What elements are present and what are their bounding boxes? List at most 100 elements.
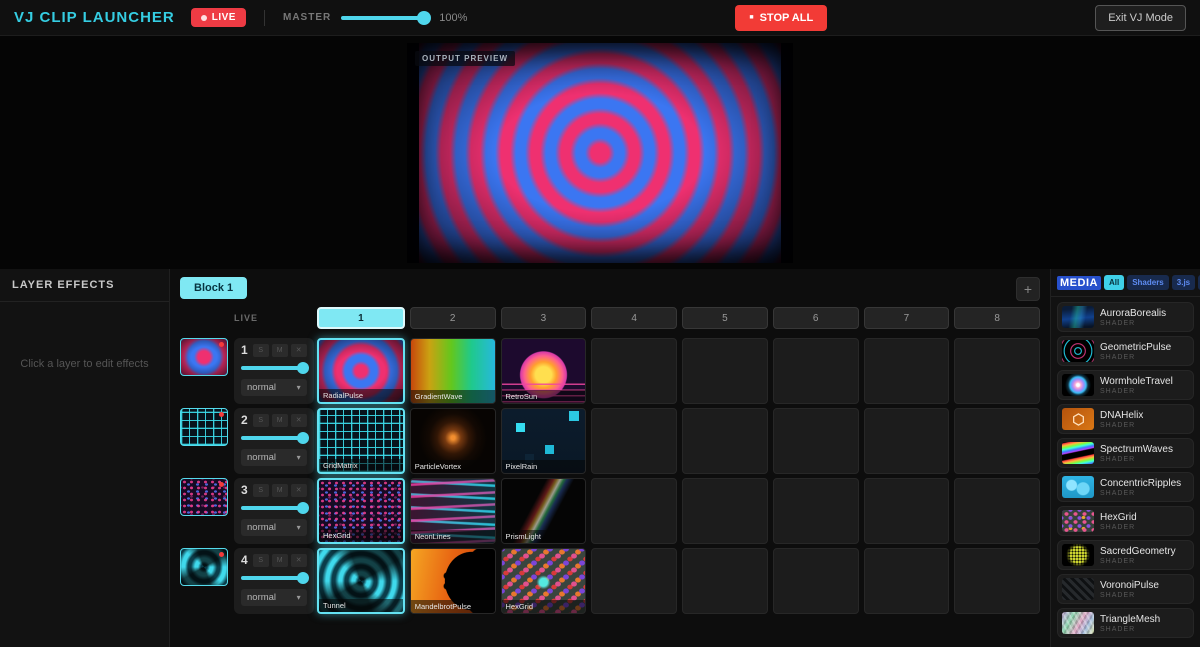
- media-item[interactable]: SpectrumWaves SHADER: [1057, 438, 1194, 468]
- layer-1-blend-select[interactable]: normal ▾: [241, 379, 307, 396]
- master-slider-thumb[interactable]: [417, 11, 431, 25]
- layer-4-controls: 4 S M ✕ normal ▾: [234, 548, 314, 614]
- solo-button[interactable]: S: [253, 484, 269, 497]
- clear-button[interactable]: ✕: [291, 414, 307, 427]
- slider-thumb[interactable]: [297, 502, 309, 514]
- empty-clip-cell[interactable]: [954, 408, 1040, 474]
- clip-cell[interactable]: HexGrid: [501, 548, 587, 614]
- column-button-6[interactable]: 6: [773, 307, 859, 329]
- empty-clip-cell[interactable]: [864, 478, 950, 544]
- empty-clip-cell[interactable]: [773, 408, 859, 474]
- media-item[interactable]: GeometricPulse SHADER: [1057, 336, 1194, 366]
- clip-cell[interactable]: NeonLines: [410, 478, 496, 544]
- layer-3-opacity-slider[interactable]: [241, 502, 307, 514]
- layer-number: 3: [241, 483, 248, 497]
- media-item-type: SHADER: [1100, 490, 1181, 497]
- clip-name: GradientWave: [411, 390, 495, 403]
- slider-thumb[interactable]: [297, 432, 309, 444]
- solo-button[interactable]: S: [253, 344, 269, 357]
- layer-row-3: 3 S M ✕ normal ▾ HexGrid: [180, 478, 1040, 544]
- media-item[interactable]: AuroraBorealis SHADER: [1057, 302, 1194, 332]
- exit-vj-mode-button[interactable]: Exit VJ Mode: [1095, 5, 1186, 31]
- column-button-7[interactable]: 7: [864, 307, 950, 329]
- solo-button[interactable]: S: [253, 414, 269, 427]
- layer-4-lead: 4 S M ✕ normal ▾: [180, 548, 312, 614]
- empty-clip-cell[interactable]: [773, 338, 859, 404]
- media-tab-3js[interactable]: 3.js: [1172, 275, 1195, 290]
- empty-clip-cell[interactable]: [864, 338, 950, 404]
- empty-clip-cell[interactable]: [954, 338, 1040, 404]
- layer-3-thumbnail[interactable]: [180, 478, 228, 516]
- add-block-button[interactable]: +: [1016, 277, 1040, 301]
- layer-number: 4: [241, 553, 248, 567]
- slider-thumb[interactable]: [297, 572, 309, 584]
- empty-clip-cell[interactable]: [773, 478, 859, 544]
- clip-cell[interactable]: GradientWave: [410, 338, 496, 404]
- empty-clip-cell[interactable]: [591, 408, 677, 474]
- column-button-3[interactable]: 3: [501, 307, 587, 329]
- clip-cell[interactable]: RetroSun: [501, 338, 587, 404]
- empty-clip-cell[interactable]: [682, 408, 768, 474]
- mute-button[interactable]: M: [272, 484, 288, 497]
- empty-clip-cell[interactable]: [682, 478, 768, 544]
- clear-button[interactable]: ✕: [291, 484, 307, 497]
- clip-cell[interactable]: Tunnel: [317, 548, 405, 614]
- layer-2-opacity-slider[interactable]: [241, 432, 307, 444]
- layer-2-blend-select[interactable]: normal ▾: [241, 449, 307, 466]
- media-item[interactable]: VoronoiPulse SHADER: [1057, 574, 1194, 604]
- empty-clip-cell[interactable]: [682, 548, 768, 614]
- empty-clip-cell[interactable]: [864, 548, 950, 614]
- empty-clip-cell[interactable]: [954, 478, 1040, 544]
- layer-1-thumbnail[interactable]: [180, 338, 228, 376]
- clip-cell[interactable]: RadialPulse: [317, 338, 405, 404]
- column-button-2[interactable]: 2: [410, 307, 496, 329]
- clip-cell[interactable]: PixelRain: [501, 408, 587, 474]
- empty-clip-cell[interactable]: [954, 548, 1040, 614]
- layer-4-thumbnail[interactable]: [180, 548, 228, 586]
- media-item[interactable]: DNAHelix SHADER: [1057, 404, 1194, 434]
- media-panel-title: MEDIA: [1057, 276, 1101, 290]
- mute-button[interactable]: M: [272, 554, 288, 567]
- empty-clip-cell[interactable]: [591, 338, 677, 404]
- media-tab-all[interactable]: All: [1104, 275, 1124, 290]
- clear-button[interactable]: ✕: [291, 344, 307, 357]
- empty-clip-cell[interactable]: [864, 408, 950, 474]
- layer-3-blend-select[interactable]: normal ▾: [241, 519, 307, 536]
- media-tab-shaders[interactable]: Shaders: [1127, 275, 1169, 290]
- mute-button[interactable]: M: [272, 414, 288, 427]
- solo-button[interactable]: S: [253, 554, 269, 567]
- block-tab[interactable]: Block 1: [180, 277, 247, 299]
- clip-cell[interactable]: ParticleVortex: [410, 408, 496, 474]
- slider-thumb[interactable]: [297, 362, 309, 374]
- media-item[interactable]: WormholeTravel SHADER: [1057, 370, 1194, 400]
- master-volume-slider[interactable]: [341, 16, 425, 20]
- media-item-name: GeometricPulse: [1100, 342, 1171, 353]
- clip-cell[interactable]: GridMatrix: [317, 408, 405, 474]
- layer-1-opacity-slider[interactable]: [241, 362, 307, 374]
- media-item[interactable]: HexGrid SHADER: [1057, 506, 1194, 536]
- stop-all-button[interactable]: ■ STOP ALL: [735, 5, 827, 31]
- layer-4-opacity-slider[interactable]: [241, 572, 307, 584]
- stop-all-label: STOP ALL: [760, 12, 814, 24]
- media-item[interactable]: SacredGeometry SHADER: [1057, 540, 1194, 570]
- empty-clip-cell[interactable]: [591, 478, 677, 544]
- column-button-5[interactable]: 5: [682, 307, 768, 329]
- layer-2-thumbnail[interactable]: [180, 408, 228, 446]
- layer-2-control-buttons: 2 S M ✕: [241, 413, 307, 427]
- empty-clip-cell[interactable]: [773, 548, 859, 614]
- column-button-1[interactable]: 1: [317, 307, 405, 329]
- empty-clip-cell[interactable]: [682, 338, 768, 404]
- mute-button[interactable]: M: [272, 344, 288, 357]
- clear-button[interactable]: ✕: [291, 554, 307, 567]
- column-button-4[interactable]: 4: [591, 307, 677, 329]
- clip-cell[interactable]: HexGrid: [317, 478, 405, 544]
- clip-cell[interactable]: PrismLight: [501, 478, 587, 544]
- plus-icon: +: [1024, 282, 1032, 296]
- clip-name: Tunnel: [319, 599, 403, 612]
- column-button-8[interactable]: 8: [954, 307, 1040, 329]
- empty-clip-cell[interactable]: [591, 548, 677, 614]
- clip-cell[interactable]: MandelbrotPulse: [410, 548, 496, 614]
- media-item[interactable]: TriangleMesh SHADER: [1057, 608, 1194, 638]
- media-item[interactable]: ConcentricRipples SHADER: [1057, 472, 1194, 502]
- layer-4-blend-select[interactable]: normal ▾: [241, 589, 307, 606]
